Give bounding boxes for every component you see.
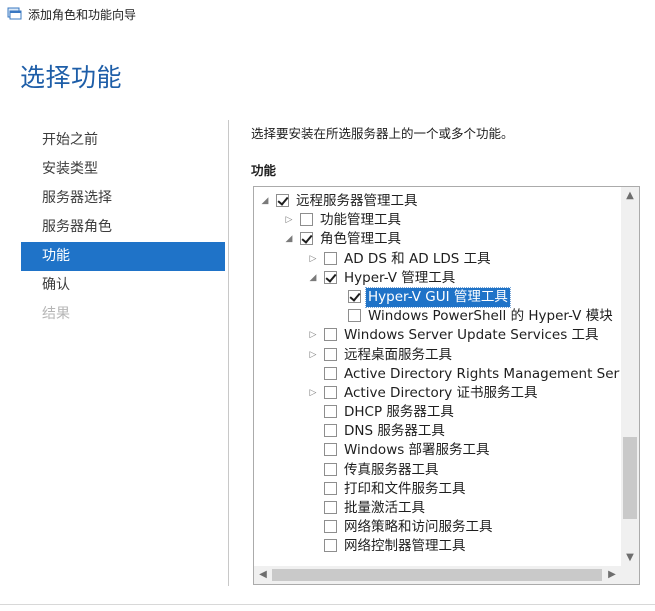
feature-label[interactable]: 打印和文件服务工具 (342, 480, 468, 499)
nav-divider (228, 120, 229, 586)
collapse-icon[interactable]: ◢ (308, 273, 318, 283)
scroll-right-icon[interactable]: ▶ (603, 566, 621, 584)
feature-checkbox[interactable] (348, 289, 361, 303)
features-section-label: 功能 (251, 163, 277, 178)
feature-checkbox[interactable] (324, 501, 337, 514)
feature-checkbox[interactable] (324, 328, 337, 342)
nav-item-server-selection[interactable]: 服务器选择 (21, 184, 225, 213)
feature-tree-item[interactable]: ◢ Hyper-V 管理工具 (254, 269, 620, 288)
expand-icon[interactable]: ▷ (284, 215, 294, 225)
feature-tree-item[interactable]: ▷ 功能管理工具 (254, 211, 620, 230)
feature-tree-item[interactable]: ▷ Active Directory 证书服务工具 (254, 384, 620, 403)
footer-divider (0, 604, 655, 605)
feature-label[interactable]: Windows Server Update Services 工具 (342, 326, 601, 345)
feature-tree-item[interactable]: DNS 服务器工具 (254, 422, 620, 441)
features-tree[interactable]: ◢ 远程服务器管理工具 ▷ 功能管理工具 ◢ 角色管理工具 ▷ AD DS 和 AD LDS … (253, 186, 640, 585)
vertical-scroll-thumb[interactable] (623, 437, 637, 519)
expand-icon[interactable]: ▷ (308, 350, 318, 360)
scroll-left-icon[interactable]: ◀ (254, 566, 272, 584)
feature-tree-item[interactable]: ◢ 角色管理工具 (254, 230, 620, 249)
scrollbar-corner (621, 566, 639, 584)
wizard-app-icon (7, 7, 22, 20)
nav-item-results: 结果 (42, 306, 70, 322)
features-tree-rows: ◢ 远程服务器管理工具 ▷ 功能管理工具 ◢ 角色管理工具 ▷ AD DS 和 AD LDS … (254, 192, 620, 557)
expand-icon[interactable]: ▷ (308, 330, 318, 340)
features-description: 选择要安装在所选服务器上的一个或多个功能。 (251, 126, 514, 141)
nav-item-features[interactable]: 功能 (21, 242, 225, 271)
feature-checkbox[interactable] (324, 520, 337, 534)
feature-label[interactable]: 网络控制器管理工具 (342, 537, 468, 556)
collapse-icon[interactable]: ◢ (284, 234, 294, 244)
feature-label[interactable]: 网络策略和访问服务工具 (342, 518, 495, 537)
horizontal-scrollbar[interactable]: ◀ ▶ (254, 566, 621, 584)
feature-tree-item[interactable]: DHCP 服务器工具 (254, 403, 620, 422)
feature-tree-item[interactable]: Hyper-V GUI 管理工具 (254, 286, 620, 308)
expand-icon[interactable]: ▷ (308, 388, 318, 398)
feature-tree-item[interactable]: 打印和文件服务工具 (254, 480, 620, 499)
feature-label[interactable]: 远程桌面服务工具 (342, 346, 454, 365)
feature-checkbox[interactable] (324, 347, 337, 361)
feature-label[interactable]: Active Directory 证书服务工具 (342, 384, 540, 403)
feature-label[interactable]: 功能管理工具 (318, 211, 403, 230)
feature-checkbox[interactable] (276, 194, 289, 207)
feature-label[interactable]: Active Directory Rights Management Servi… (342, 365, 620, 384)
feature-checkbox[interactable] (324, 270, 337, 284)
feature-checkbox[interactable] (348, 309, 361, 323)
feature-checkbox[interactable] (324, 539, 337, 553)
feature-checkbox[interactable] (324, 481, 337, 495)
feature-checkbox[interactable] (300, 213, 313, 227)
nav-item-confirmation[interactable]: 确认 (21, 271, 225, 300)
scroll-down-icon[interactable]: ▼ (621, 549, 639, 567)
feature-tree-item[interactable]: ▷ AD DS 和 AD LDS 工具 (254, 250, 620, 269)
feature-tree-item[interactable]: 网络控制器管理工具 (254, 537, 620, 556)
feature-label[interactable]: 传真服务器工具 (342, 461, 441, 480)
nav-item-installation-type[interactable]: 安装类型 (21, 155, 225, 184)
page-title: 选择功能 (20, 63, 123, 92)
feature-tree-item[interactable]: ◢ 远程服务器管理工具 (254, 192, 620, 211)
feature-tree-item[interactable]: 网络策略和访问服务工具 (254, 518, 620, 537)
title-bar: 添加角色和功能向导 (0, 0, 655, 28)
feature-tree-item[interactable]: 批量激活工具 (254, 499, 620, 518)
feature-tree-item[interactable]: Active Directory Rights Management Servi… (254, 365, 620, 384)
feature-checkbox[interactable] (300, 232, 313, 246)
scroll-up-icon[interactable]: ▲ (621, 187, 639, 205)
feature-tree-item[interactable]: Windows 部署服务工具 (254, 441, 620, 460)
feature-label[interactable]: 批量激活工具 (342, 499, 427, 518)
feature-label[interactable]: 远程服务器管理工具 (294, 192, 420, 211)
feature-label[interactable]: DNS 服务器工具 (342, 422, 447, 441)
feature-checkbox[interactable] (324, 443, 337, 457)
feature-checkbox[interactable] (324, 251, 337, 265)
horizontal-scroll-thumb[interactable] (272, 569, 602, 581)
feature-label[interactable]: Hyper-V 管理工具 (342, 269, 457, 288)
feature-label[interactable]: AD DS 和 AD LDS 工具 (342, 250, 493, 269)
feature-label[interactable]: DHCP 服务器工具 (342, 403, 456, 422)
feature-tree-item[interactable]: ▷ 远程桌面服务工具 (254, 346, 620, 365)
feature-label[interactable]: 角色管理工具 (318, 230, 403, 249)
wizard-nav: 开始之前 安装类型 服务器选择 服务器角色 功能 确认 结果 (21, 126, 225, 329)
feature-checkbox[interactable] (324, 424, 337, 438)
feature-checkbox[interactable] (324, 405, 337, 419)
window-title: 添加角色和功能向导 (28, 8, 137, 22)
feature-label[interactable]: Windows 部署服务工具 (342, 441, 492, 460)
feature-tree-item[interactable]: 传真服务器工具 (254, 461, 620, 480)
nav-item-server-roles[interactable]: 服务器角色 (21, 213, 225, 242)
feature-checkbox[interactable] (324, 366, 337, 380)
feature-tree-item[interactable]: Windows PowerShell 的 Hyper-V 模块 (254, 307, 620, 326)
feature-label[interactable]: Hyper-V GUI 管理工具 (365, 286, 511, 308)
vertical-scrollbar[interactable]: ▲ ▼ (621, 187, 639, 567)
feature-checkbox[interactable] (324, 385, 337, 399)
feature-checkbox[interactable] (324, 462, 337, 476)
collapse-icon[interactable]: ◢ (260, 196, 270, 206)
feature-label[interactable]: Windows PowerShell 的 Hyper-V 模块 (366, 307, 615, 326)
expand-icon[interactable]: ▷ (308, 254, 318, 264)
feature-tree-item[interactable]: ▷ Windows Server Update Services 工具 (254, 326, 620, 345)
nav-item-before-you-begin[interactable]: 开始之前 (21, 126, 225, 155)
